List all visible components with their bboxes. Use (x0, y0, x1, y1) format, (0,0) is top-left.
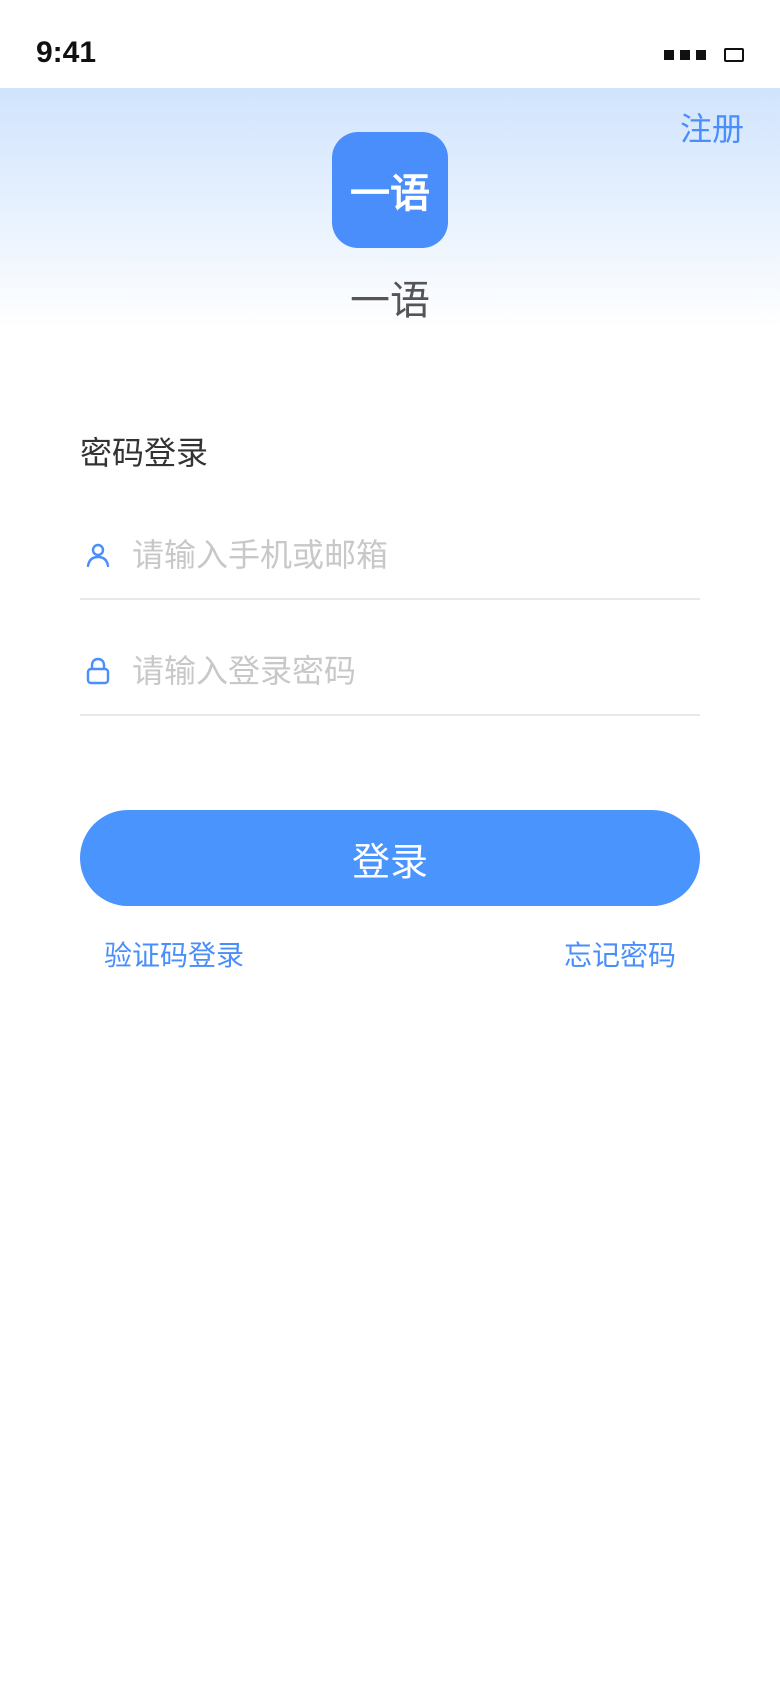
app-logo-text: 一语 (350, 171, 430, 217)
status-bar: 9:41 (0, 0, 780, 88)
lock-icon (80, 653, 116, 689)
account-input[interactable] (132, 536, 672, 574)
forgot-password-link[interactable]: 忘记密码 (564, 934, 676, 974)
code-login-link[interactable]: 验证码登录 (104, 934, 244, 974)
register-link[interactable]: 注册 (680, 104, 744, 150)
app-name: 一语 (350, 278, 430, 324)
password-input[interactable] (132, 652, 672, 690)
signal-icon (696, 50, 706, 60)
app-logo: 一语 (332, 132, 448, 248)
password-field[interactable] (80, 628, 700, 716)
login-button[interactable]: 登录 (80, 810, 700, 906)
account-field[interactable] (80, 512, 700, 600)
signal-icon (680, 50, 690, 60)
status-time: 9:41 (36, 36, 97, 69)
battery-icon (724, 48, 744, 62)
signal-icon (664, 50, 674, 60)
user-icon (80, 537, 116, 573)
status-icons (664, 48, 744, 62)
login-form-title: 密码登录 (80, 434, 209, 472)
